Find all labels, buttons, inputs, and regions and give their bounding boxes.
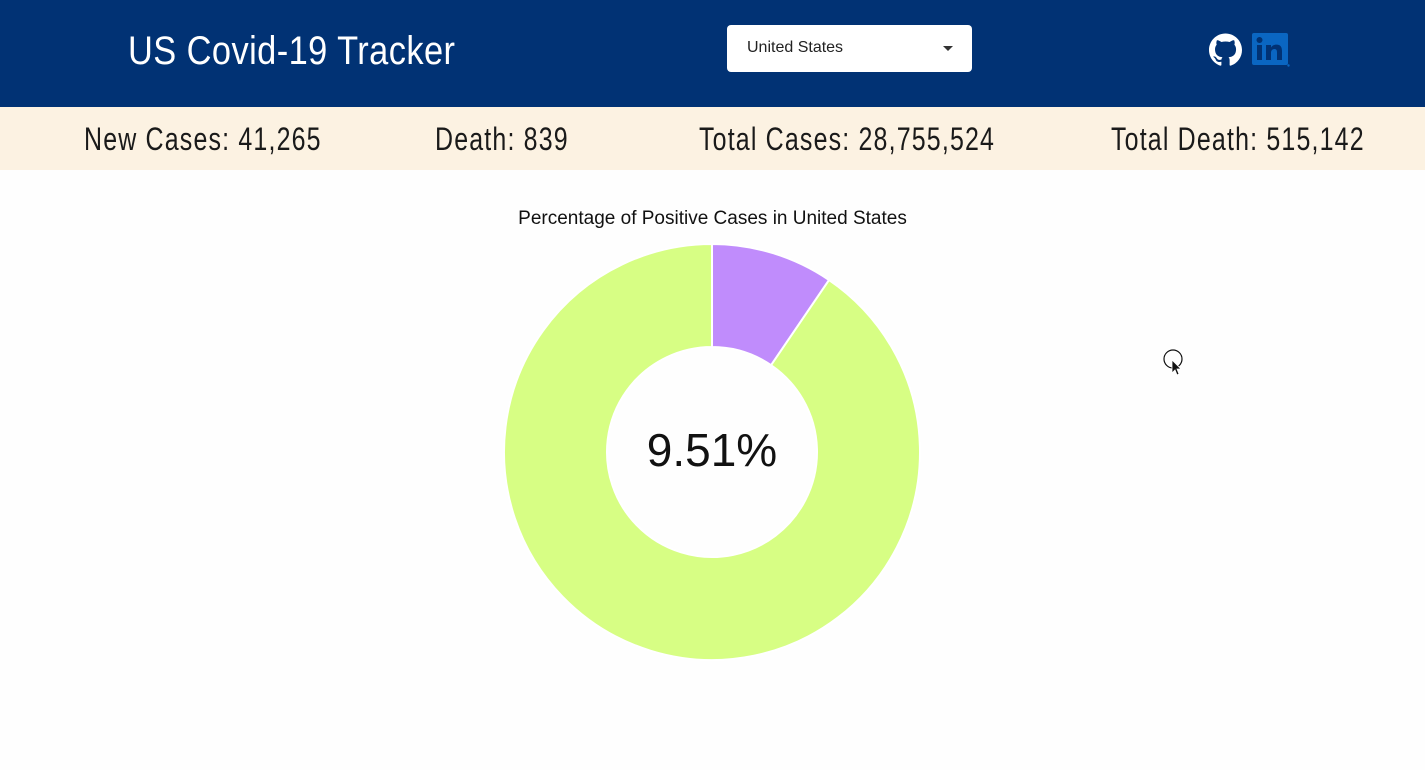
chevron-down-icon (943, 46, 953, 51)
total-cases-stat: Total Cases: 28,755,524 (699, 121, 996, 157)
github-icon (1209, 33, 1242, 66)
chart-title: Percentage of Positive Cases in United S… (518, 208, 907, 229)
linkedin-icon (1252, 33, 1290, 67)
total-death-stat: Total Death: 515,142 (1111, 121, 1365, 157)
stats-bar: New Cases: 41,265 Death: 839 Total Cases… (0, 107, 1425, 170)
app-title: US Covid-19 Tracker (128, 29, 456, 73)
github-link[interactable] (1209, 33, 1242, 67)
linkedin-link[interactable] (1252, 33, 1290, 67)
country-select-value: United States (747, 39, 844, 56)
app-header: US Covid-19 Tracker United States (0, 0, 1425, 107)
country-select[interactable]: United States (727, 25, 972, 72)
new-cases-stat: New Cases: 41,265 (84, 121, 322, 157)
death-stat: Death: 839 (435, 121, 569, 157)
donut-slice-0[interactable] (711, 242, 831, 367)
donut-center-label: 9.51% (646, 424, 778, 476)
mouse-cursor-icon (1163, 349, 1183, 376)
